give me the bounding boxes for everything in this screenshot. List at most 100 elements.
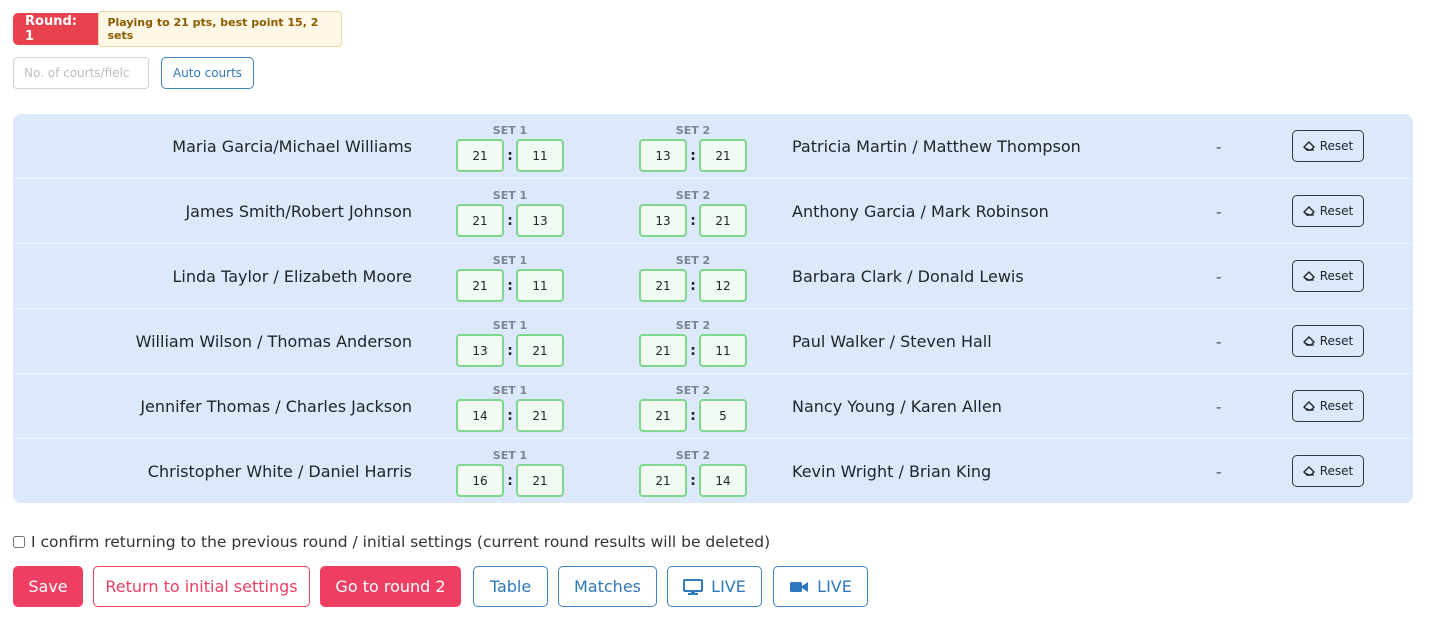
team-b-name: Anthony Garcia / Mark Robinson bbox=[792, 202, 1049, 221]
live-video-button[interactable]: LIVE bbox=[773, 566, 868, 607]
set-2-label: SET 2 bbox=[675, 449, 711, 462]
reset-button[interactable]: Reset bbox=[1292, 195, 1364, 227]
match-row: Maria Garcia/Michael Williams SET 1 21 :… bbox=[13, 114, 1413, 179]
score-input[interactable]: 11 bbox=[516, 139, 564, 172]
score-separator: : bbox=[507, 212, 513, 229]
score-input[interactable]: 13 bbox=[639, 204, 687, 237]
reset-label: Reset bbox=[1319, 464, 1354, 478]
match-row: Christopher White / Daniel Harris SET 1 … bbox=[13, 439, 1413, 503]
set-2-label: SET 2 bbox=[675, 124, 711, 137]
live-video-label: LIVE bbox=[817, 577, 852, 596]
next-round-button[interactable]: Go to round 2 bbox=[320, 566, 461, 607]
match-row: William Wilson / Thomas Anderson SET 1 1… bbox=[13, 309, 1413, 374]
score-input[interactable]: 21 bbox=[456, 204, 504, 237]
reset-label: Reset bbox=[1319, 204, 1354, 218]
team-a-name: William Wilson / Thomas Anderson bbox=[135, 332, 412, 351]
set-1-label: SET 1 bbox=[492, 124, 528, 137]
score-input[interactable]: 21 bbox=[639, 399, 687, 432]
eraser-icon bbox=[1302, 206, 1315, 216]
match-result: - bbox=[1216, 267, 1222, 286]
live-screen-label: LIVE bbox=[711, 577, 746, 596]
match-row: Linda Taylor / Elizabeth Moore SET 1 21 … bbox=[13, 244, 1413, 309]
set-2-label: SET 2 bbox=[675, 319, 711, 332]
auto-courts-button[interactable]: Auto courts bbox=[161, 57, 254, 89]
score-input[interactable]: 21 bbox=[516, 334, 564, 367]
reset-button[interactable]: Reset bbox=[1292, 390, 1364, 422]
eraser-icon bbox=[1302, 401, 1315, 411]
monitor-icon bbox=[683, 578, 704, 595]
score-input[interactable]: 21 bbox=[456, 269, 504, 302]
score-input[interactable]: 21 bbox=[639, 464, 687, 497]
round-label: Round: 1 bbox=[25, 14, 77, 44]
set-2-block: SET 2 13 : 21 bbox=[639, 187, 747, 237]
confirm-reset-label: I confirm returning to the previous roun… bbox=[31, 533, 771, 551]
score-separator: : bbox=[507, 277, 513, 294]
score-input[interactable]: 21 bbox=[699, 139, 747, 172]
match-result: - bbox=[1216, 202, 1222, 221]
team-b-name: Barbara Clark / Donald Lewis bbox=[792, 267, 1024, 286]
team-b-name: Paul Walker / Steven Hall bbox=[792, 332, 992, 351]
score-input[interactable]: 12 bbox=[699, 269, 747, 302]
set-2-label: SET 2 bbox=[675, 254, 711, 267]
score-input[interactable]: 21 bbox=[639, 269, 687, 302]
score-input[interactable]: 21 bbox=[516, 464, 564, 497]
set-2-block: SET 2 21 : 5 bbox=[639, 382, 747, 432]
team-b-name: Nancy Young / Karen Allen bbox=[792, 397, 1002, 416]
set-2-block: SET 2 21 : 14 bbox=[639, 447, 747, 497]
matches-button[interactable]: Matches bbox=[558, 566, 657, 607]
match-result: - bbox=[1216, 462, 1222, 481]
video-camera-icon bbox=[790, 581, 809, 592]
match-row: James Smith/Robert Johnson SET 1 21 : 13… bbox=[13, 179, 1413, 244]
set-2-block: SET 2 13 : 21 bbox=[639, 122, 747, 172]
match-result: - bbox=[1216, 137, 1222, 156]
score-input[interactable]: 5 bbox=[699, 399, 747, 432]
eraser-icon bbox=[1302, 336, 1315, 346]
save-button[interactable]: Save bbox=[13, 566, 83, 607]
set-2-label: SET 2 bbox=[675, 384, 711, 397]
reset-label: Reset bbox=[1319, 334, 1354, 348]
score-input[interactable]: 13 bbox=[516, 204, 564, 237]
match-result: - bbox=[1216, 332, 1222, 351]
team-b-name: Patricia Martin / Matthew Thompson bbox=[792, 137, 1081, 156]
set-1-block: SET 1 14 : 21 bbox=[456, 382, 564, 432]
match-result: - bbox=[1216, 397, 1222, 416]
courts-count-input[interactable] bbox=[13, 57, 149, 89]
set-1-block: SET 1 21 : 11 bbox=[456, 122, 564, 172]
team-a-name: Jennifer Thomas / Charles Jackson bbox=[140, 397, 412, 416]
table-button[interactable]: Table bbox=[473, 566, 548, 607]
set-1-block: SET 1 21 : 13 bbox=[456, 187, 564, 237]
score-input[interactable]: 13 bbox=[639, 139, 687, 172]
reset-label: Reset bbox=[1319, 139, 1354, 153]
score-input[interactable]: 14 bbox=[699, 464, 747, 497]
score-input[interactable]: 21 bbox=[516, 399, 564, 432]
team-b-name: Kevin Wright / Brian King bbox=[792, 462, 992, 481]
set-1-block: SET 1 16 : 21 bbox=[456, 447, 564, 497]
match-row: Jennifer Thomas / Charles Jackson SET 1 … bbox=[13, 374, 1413, 439]
score-separator: : bbox=[690, 212, 696, 229]
set-1-block: SET 1 13 : 21 bbox=[456, 317, 564, 367]
score-input[interactable]: 21 bbox=[699, 204, 747, 237]
return-initial-settings-button[interactable]: Return to initial settings bbox=[93, 566, 310, 607]
set-2-block: SET 2 21 : 12 bbox=[639, 252, 747, 302]
reset-button[interactable]: Reset bbox=[1292, 130, 1364, 162]
score-separator: : bbox=[507, 472, 513, 489]
score-input[interactable]: 14 bbox=[456, 399, 504, 432]
confirm-reset-row[interactable]: I confirm returning to the previous roun… bbox=[13, 533, 770, 551]
set-2-label: SET 2 bbox=[675, 189, 711, 202]
team-a-name: James Smith/Robert Johnson bbox=[185, 202, 412, 221]
confirm-reset-checkbox[interactable] bbox=[13, 536, 25, 548]
team-a-name: Maria Garcia/Michael Williams bbox=[172, 137, 412, 156]
score-input[interactable]: 11 bbox=[516, 269, 564, 302]
live-screen-button[interactable]: LIVE bbox=[667, 566, 762, 607]
round-info-badge: Playing to 21 pts, best point 15, 2 sets bbox=[98, 11, 342, 47]
reset-button[interactable]: Reset bbox=[1292, 260, 1364, 292]
score-input[interactable]: 11 bbox=[699, 334, 747, 367]
reset-button[interactable]: Reset bbox=[1292, 325, 1364, 357]
score-input[interactable]: 16 bbox=[456, 464, 504, 497]
set-1-label: SET 1 bbox=[492, 254, 528, 267]
reset-button[interactable]: Reset bbox=[1292, 455, 1364, 487]
score-separator: : bbox=[690, 342, 696, 359]
score-input[interactable]: 21 bbox=[639, 334, 687, 367]
score-input[interactable]: 21 bbox=[456, 139, 504, 172]
score-input[interactable]: 13 bbox=[456, 334, 504, 367]
